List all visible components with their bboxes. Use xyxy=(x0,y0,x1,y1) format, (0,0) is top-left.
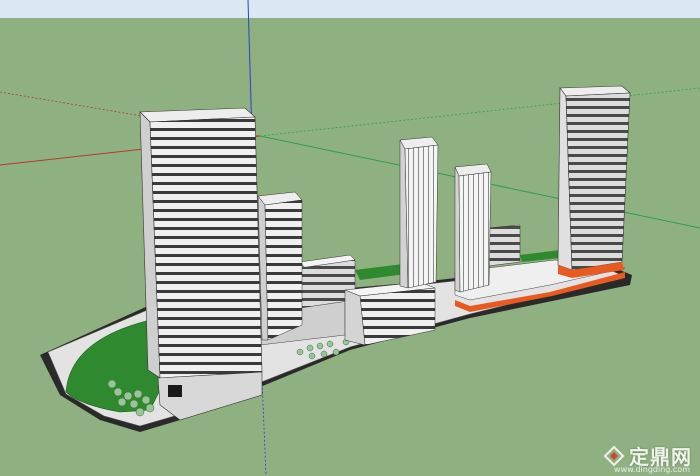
watermark-url: www.dingding.com xyxy=(614,465,690,474)
tower-right-front xyxy=(565,92,631,271)
watermark: 定鼎网 www.dingding.com xyxy=(603,441,692,474)
diamond-logo-icon xyxy=(603,445,625,466)
tower-cr-front xyxy=(458,171,492,293)
building-model-scene xyxy=(0,0,700,476)
model-viewport[interactable]: 定鼎网 www.dingding.com xyxy=(0,0,700,476)
tower-left-entrance xyxy=(168,385,182,397)
podium-right-block-front xyxy=(487,224,521,267)
tower-center-front xyxy=(404,144,439,289)
sky xyxy=(0,0,700,18)
tower-left-front xyxy=(149,116,263,379)
tower-ml-front xyxy=(264,199,303,341)
